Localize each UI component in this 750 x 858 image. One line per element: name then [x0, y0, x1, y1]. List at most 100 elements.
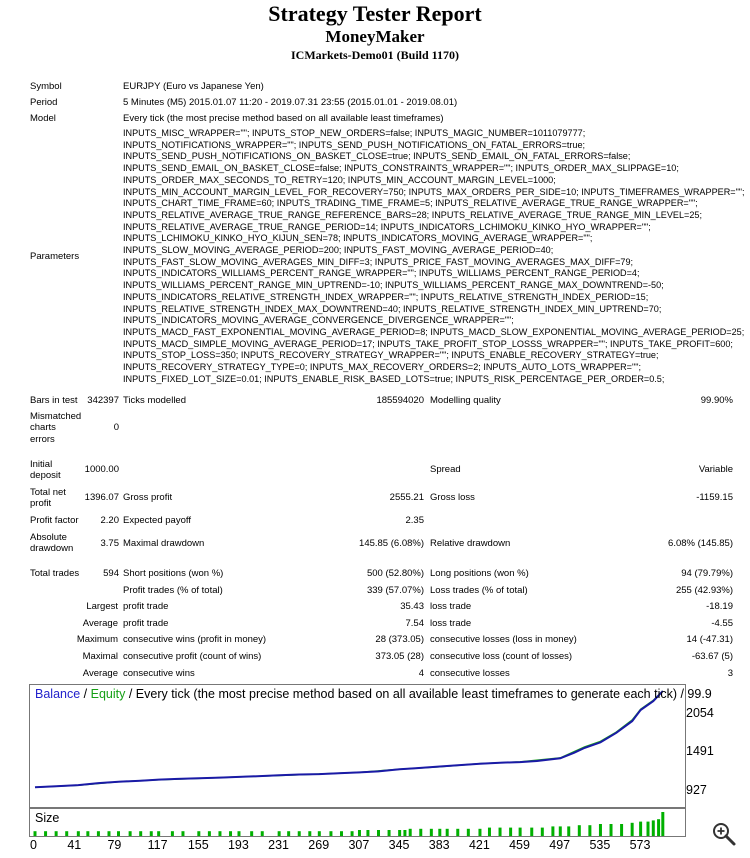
x-tick-label: 155 [187, 838, 209, 852]
period-label: Period [30, 97, 58, 108]
parameter-line: INPUTS_NOTIFICATIONS_WRAPPER=""; INPUTS_… [123, 139, 586, 150]
ep-label: Expected payoff [123, 515, 191, 526]
parameter-line: INPUTS_INDICATORS_WILLIAMS_PERCENT_RANGE… [123, 268, 640, 279]
parameter-line: INPUTS_INDICATORS_MOVING_AVERAGE_CONVERG… [123, 315, 514, 326]
maximal-label: Maximal [82, 651, 118, 662]
ap-label: profit trade [123, 618, 169, 629]
mcl-value: 14 (-47.31) [686, 634, 733, 645]
x-tick-label: 383 [428, 838, 450, 852]
size-bar [350, 831, 354, 836]
parameters-label: Parameters [30, 251, 80, 262]
chart-title-sep: / [80, 687, 91, 701]
mcl-label: consecutive losses (loss in money) [430, 634, 577, 645]
mcp-label: consecutive profit (count of wins) [123, 651, 262, 662]
size-bar [207, 831, 211, 836]
parameters-value: INPUTS_MISC_WRAPPER=""; INPUTS_STOP_NEW_… [123, 128, 745, 385]
largest-label: Largest [86, 601, 118, 612]
y-tick-label: 2054 [686, 705, 714, 720]
size-bar [403, 830, 407, 836]
size-bar [157, 831, 161, 836]
quality-label: Modelling quality [430, 395, 501, 406]
size-bar [540, 827, 544, 836]
size-bar [620, 824, 624, 836]
size-bar [65, 831, 69, 836]
size-bar [445, 828, 449, 836]
size-bar [44, 831, 48, 836]
acw-value: 4 [418, 668, 424, 679]
size-bar [657, 819, 661, 836]
x-tick-label: 345 [388, 838, 410, 852]
ll-value: -18.19 [706, 601, 733, 612]
quality-value: 99.90% [700, 395, 733, 406]
chart-title-rest: / Every tick (the most precise method ba… [125, 687, 712, 701]
parameter-line: INPUTS_MACD_FAST_EXPONENTIAL_MOVING_AVER… [123, 326, 745, 337]
short-label: Short positions (won %) [123, 568, 224, 579]
parameter-line: INPUTS_FIXED_LOT_SIZE=0.01; INPUTS_ENABL… [123, 373, 665, 384]
size-bar [530, 827, 534, 836]
grossloss-label: Gross loss [430, 492, 475, 503]
x-tick-label: 497 [549, 838, 571, 852]
acl-label: consecutive losses [430, 668, 510, 679]
size-bar [197, 831, 201, 836]
reldd-value: 6.08% (145.85) [668, 538, 733, 549]
pt-value: 339 (57.07%) [366, 585, 424, 596]
parameter-line: INPUTS_FAST_SLOW_MOVING_AVERAGES_MIN_DIF… [123, 256, 634, 267]
size-bar [558, 826, 562, 836]
x-tick-label: 573 [629, 838, 651, 852]
chart-title: Balance / Equity / Every tick (the most … [35, 687, 712, 701]
size-bar [598, 824, 602, 836]
size-bar [139, 831, 143, 836]
pt-label: Profit trades (% of total) [123, 585, 223, 596]
server-name: ICMarkets-Demo01 (Build 1170) [291, 48, 459, 62]
absdd-label-1: Absolute [30, 532, 67, 543]
short-value: 500 (52.80%) [366, 568, 424, 579]
size-bar [340, 831, 344, 836]
pf-value: 2.20 [100, 515, 120, 526]
balance-chart-plot [34, 690, 664, 789]
x-tick-label: 535 [589, 838, 611, 852]
netprofit-label-1: Total net [30, 487, 66, 498]
grossprofit-label: Gross profit [123, 492, 173, 503]
size-bar [76, 831, 80, 836]
mcp-value: 373.05 (28) [375, 651, 424, 662]
parameter-line: INPUTS_WILLIAMS_PERCENT_RANGE_MIN_UPTREN… [123, 280, 664, 291]
period-value: 5 Minutes (M5) 2015.01.07 11:20 - 2019.0… [123, 97, 458, 108]
lp-label: profit trade [123, 601, 169, 612]
size-bar [229, 831, 233, 836]
size-bar [438, 828, 442, 836]
size-bar [509, 827, 513, 836]
size-bar [287, 831, 291, 836]
magnifier-plus-icon[interactable] [711, 821, 737, 847]
mcw-label: consecutive wins (profit in money) [123, 634, 267, 645]
parameter-line: INPUTS_STOP_LOSS=350; INPUTS_RECOVERY_ST… [123, 350, 659, 361]
ap-value: 7.54 [405, 618, 425, 629]
x-tick-label: 307 [348, 838, 370, 852]
size-bar [250, 831, 254, 836]
acl-value: 3 [727, 668, 733, 679]
size-bar [181, 831, 185, 836]
size-bar [54, 831, 58, 836]
x-tick-label: 421 [468, 838, 490, 852]
size-bar [149, 831, 153, 836]
size-bar [116, 831, 120, 836]
size-bar [419, 828, 423, 836]
size-bar [588, 825, 592, 836]
grossloss-value: -1159.15 [696, 492, 733, 503]
size-bar [567, 826, 571, 836]
size-bar [218, 831, 222, 836]
ep-value: 2.35 [405, 515, 425, 526]
parameter-line: INPUTS_ORDER_MAX_SECONDS_TO_RETRY=120; I… [123, 174, 556, 185]
size-bar [398, 830, 402, 836]
mismatch-value: 0 [113, 422, 119, 433]
size-bar [308, 831, 312, 836]
mclc-label: consecutive loss (count of losses) [430, 651, 573, 662]
deposit-label-2: deposit [30, 470, 61, 481]
symbol-label: Symbol [30, 81, 62, 92]
size-bar [429, 828, 433, 836]
mismatch-label-3: errors [30, 434, 55, 445]
parameter-line: INPUTS_RELATIVE_AVERAGE_TRUE_RANGE_REFER… [123, 209, 703, 220]
netprofit-value: 1396.07 [84, 492, 119, 503]
reldd-label: Relative drawdown [430, 538, 511, 549]
ticks-label: Ticks modelled [123, 395, 187, 406]
parameter-line: INPUTS_INDICATORS_RELATIVE_STRENGTH_INDE… [123, 291, 649, 302]
